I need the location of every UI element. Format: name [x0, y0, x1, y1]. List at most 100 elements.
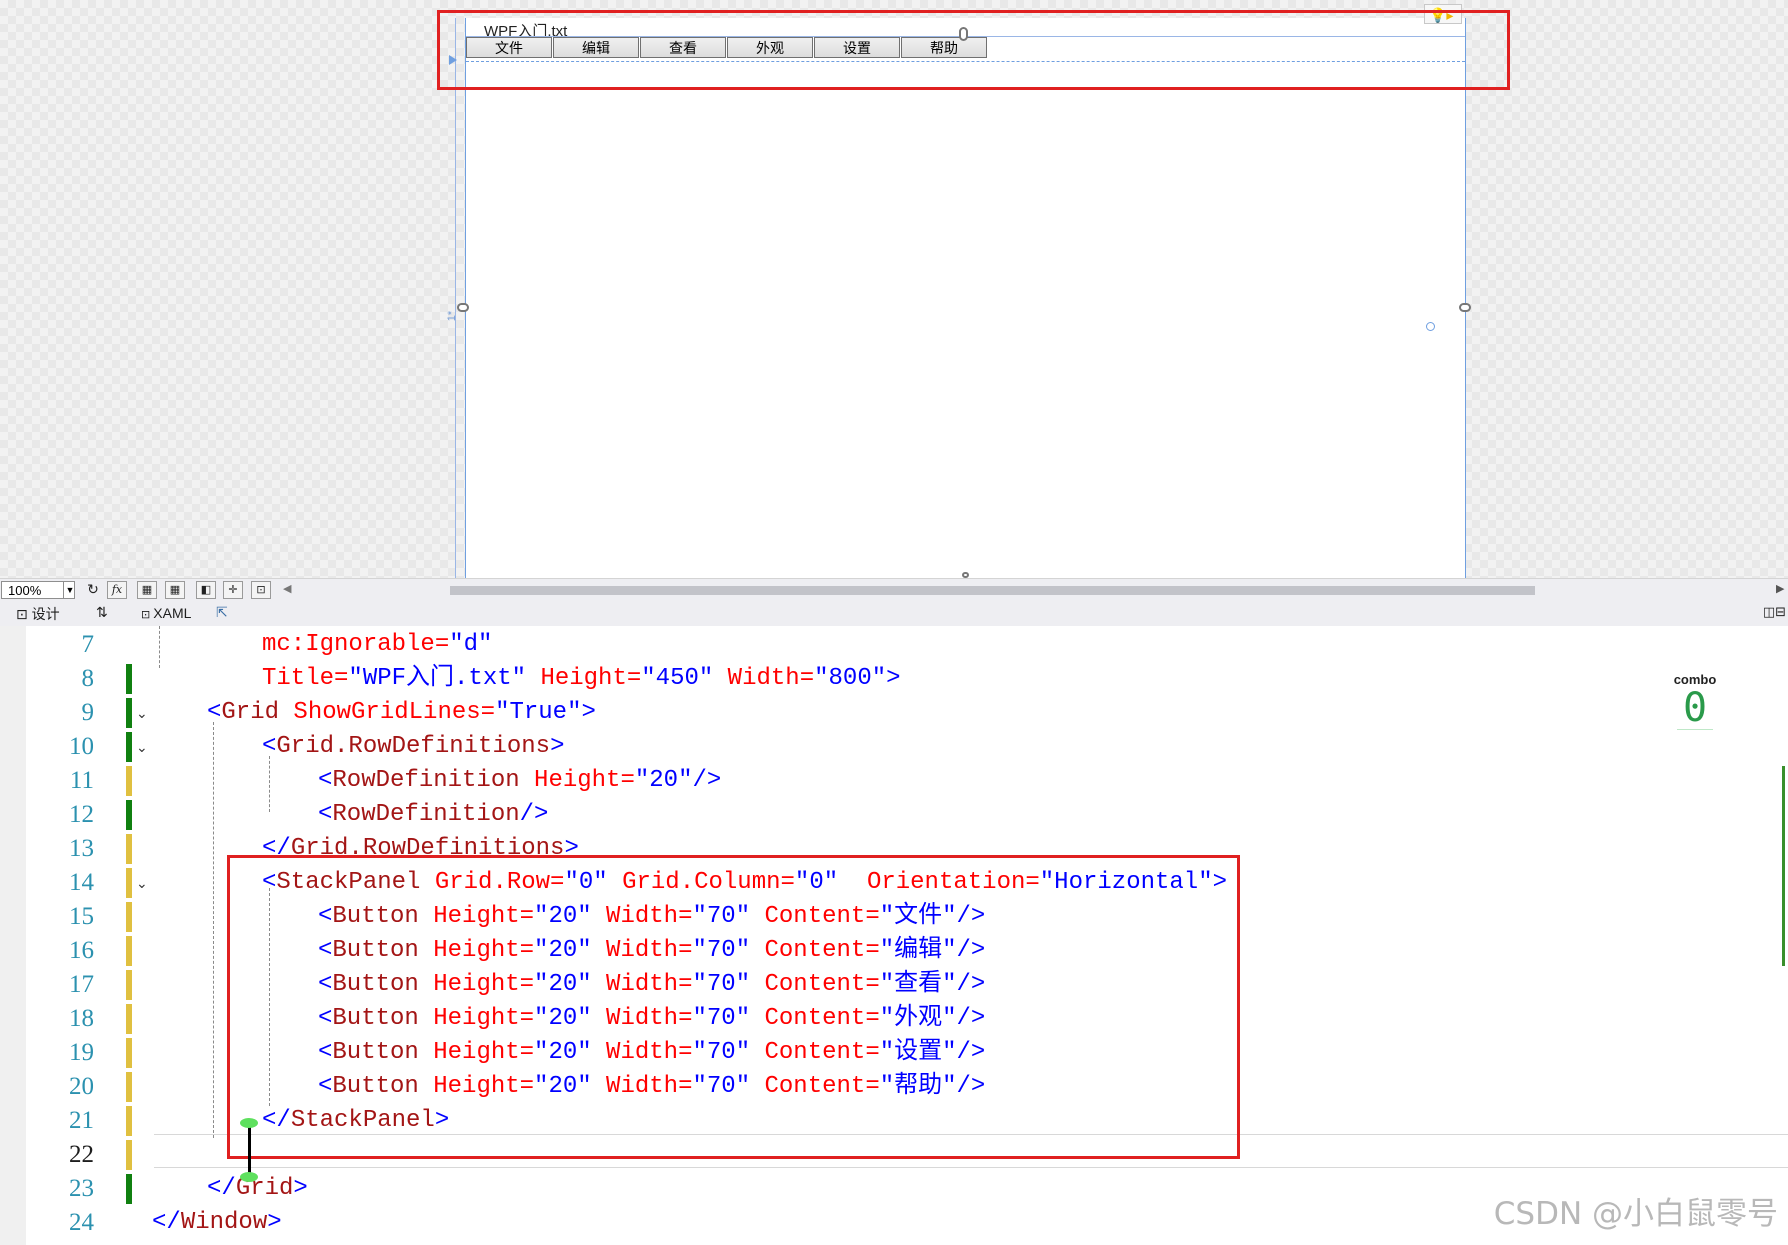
tab-design[interactable]: ⊡ 设计 — [16, 604, 60, 624]
bracket: < — [318, 801, 333, 828]
change-indicator — [126, 1004, 132, 1034]
chevron-down-icon[interactable]: ▼ — [63, 582, 76, 598]
combo-value: 0 — [1676, 687, 1714, 730]
attribute-value: "20" — [634, 767, 693, 794]
highlight-box-code — [227, 855, 1240, 1159]
view-tab-bar: ⊡ 设计 ⇅ ⊡ XAML ⇱ ◫⊟ — [0, 600, 1788, 626]
change-indicator — [126, 732, 132, 762]
change-indicator — [126, 834, 132, 864]
snap-lines-icon[interactable]: ✛ — [223, 581, 243, 599]
line-number: 10 — [69, 733, 94, 760]
collapse-chevron-icon[interactable]: ⌄ — [136, 705, 148, 722]
overview-margin-marker — [1782, 766, 1785, 966]
code-line[interactable]: 25 — [0, 1240, 1788, 1245]
attribute-name: Title= — [262, 665, 349, 692]
bracket: < — [207, 699, 222, 726]
bracket: > — [550, 733, 565, 760]
line-number: 16 — [69, 937, 94, 964]
left-anchor-handle-icon[interactable] — [457, 303, 469, 312]
line-number: 12 — [69, 801, 94, 828]
line-number: 25 — [26, 1240, 94, 1245]
scroll-right-icon[interactable]: ▶ — [1776, 582, 1784, 595]
xaml-tab-icon: ⊡ — [141, 609, 154, 621]
change-indicator — [126, 1038, 132, 1068]
code-line[interactable]: 7 mc:Ignorable="d" — [0, 628, 1788, 662]
xaml-code-editor[interactable]: 7 mc:Ignorable="d" 8 Title="WPF入门.txt" H… — [0, 626, 1788, 1245]
line-number: 18 — [69, 1005, 94, 1032]
snap-grid-icon[interactable]: ▦ — [165, 581, 185, 599]
line-number: 11 — [69, 767, 94, 794]
tab-xaml[interactable]: ⊡ XAML — [141, 605, 191, 621]
collapse-chevron-icon[interactable]: ⌄ — [136, 875, 148, 892]
attribute-name: ShowGridLines= — [279, 699, 496, 726]
change-indicator — [126, 902, 132, 932]
change-indicator — [126, 1174, 132, 1204]
line-number: 21 — [69, 1107, 94, 1134]
change-indicator — [126, 800, 132, 830]
bracket: </ — [152, 1209, 181, 1236]
line-number: 20 — [69, 1073, 94, 1100]
tag-name: RowDefinition — [332, 767, 520, 794]
text-caret — [248, 1124, 251, 1178]
attribute-value: "800" — [814, 665, 887, 692]
line-number: 15 — [69, 903, 94, 930]
code-line[interactable]: 9 ⌄ <Grid ShowGridLines="True"> — [0, 696, 1788, 730]
code-line[interactable]: 8 Title="WPF入门.txt" Height="450" Width="… — [0, 662, 1788, 696]
attribute-name: Height= — [526, 665, 642, 692]
bracket: </ — [207, 1175, 236, 1202]
horizontal-scrollbar[interactable] — [450, 586, 1535, 595]
grid-row-guide — [455, 18, 456, 578]
attribute-value: "450" — [641, 665, 714, 692]
tag-name: RowDefinition — [332, 801, 520, 828]
center-anchor-icon[interactable] — [1426, 322, 1435, 331]
bracket: < — [318, 767, 333, 794]
highlight-box-designer — [437, 10, 1510, 90]
right-anchor-handle-icon[interactable] — [1459, 303, 1471, 312]
line-number: 24 — [69, 1209, 94, 1236]
designer-toolbar: 100% ▼ ↻ fx ▦ ▦ ◧ ✛ ⊡ ◀ ▶ — [0, 578, 1788, 601]
attribute-name: Width= — [713, 665, 815, 692]
refresh-icon[interactable]: ↻ — [83, 581, 103, 599]
caret-bottom-dot-icon — [240, 1172, 258, 1182]
bracket: < — [262, 733, 277, 760]
bracket: /> — [692, 767, 722, 794]
caret-top-dot-icon — [240, 1118, 258, 1128]
project-code-icon[interactable]: ⊡ — [251, 581, 271, 599]
row-size-indicator[interactable]: 1* — [446, 311, 458, 321]
bracket: /> — [519, 801, 549, 828]
line-number: 22 — [69, 1141, 94, 1168]
tag-name: Window — [180, 1209, 268, 1236]
xaml-designer-surface[interactable]: 1* WPF入门.txt 文件 编辑 查看 外观 设置 帮助 💡▸ — [0, 0, 1788, 578]
change-indicator — [126, 868, 132, 898]
artboard-background-icon[interactable]: ◧ — [196, 581, 216, 599]
change-indicator — [126, 936, 132, 966]
grid-icon[interactable]: ▦ — [137, 581, 157, 599]
attribute-name: mc:Ignorable= — [262, 631, 450, 658]
line-number: 9 — [81, 699, 95, 726]
line-number: 13 — [69, 835, 94, 862]
code-line[interactable]: 10 ⌄ <Grid.RowDefinitions> — [0, 730, 1788, 764]
change-indicator — [126, 970, 132, 1000]
line-number: 23 — [69, 1175, 94, 1202]
watermark: CSDN @小白鼠零号 — [1493, 1196, 1778, 1232]
attribute-value: "d" — [449, 631, 493, 658]
split-view-icon[interactable]: ◫⊟ — [1763, 604, 1786, 620]
design-window-preview[interactable]: WPF入门.txt 文件 编辑 查看 外观 设置 帮助 — [465, 18, 1466, 578]
line-number: 17 — [69, 971, 94, 998]
tab-design-label: 设计 — [31, 606, 60, 622]
change-indicator — [126, 1106, 132, 1136]
line-number: 19 — [69, 1039, 94, 1066]
code-line[interactable]: 12 <RowDefinition/> — [0, 798, 1788, 832]
attribute-value: "WPF入门.txt" — [348, 665, 527, 692]
code-line[interactable]: 11 <RowDefinition Height="20"/> — [0, 764, 1788, 798]
popout-icon[interactable]: ⇱ — [216, 604, 228, 621]
change-indicator — [126, 664, 132, 694]
swap-panes-icon[interactable]: ⇅ — [96, 604, 108, 621]
bracket: > — [293, 1175, 308, 1202]
fx-effects-icon[interactable]: fx — [107, 581, 127, 599]
collapse-chevron-icon[interactable]: ⌄ — [136, 739, 148, 756]
bracket: > — [886, 665, 901, 692]
line-number: 14 — [69, 869, 94, 896]
scroll-left-icon[interactable]: ◀ — [283, 582, 291, 595]
line-number: 7 — [81, 631, 95, 658]
